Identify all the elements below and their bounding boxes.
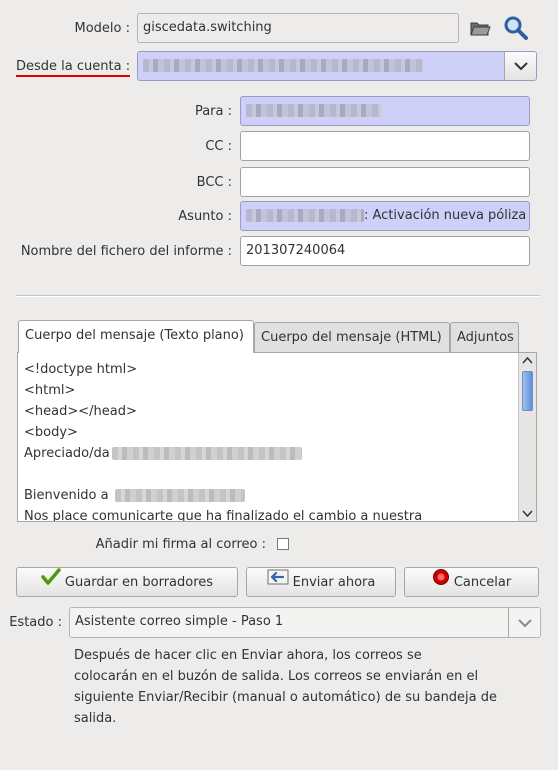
save-draft-label: Guardar en borradores [64,575,214,590]
asunto-field[interactable]: : Activación nueva póliza [240,201,530,231]
asunto-text: : Activación nueva póliza [364,208,527,223]
scroll-up-icon[interactable] [519,353,536,369]
para-label: Para : [194,104,232,119]
stop-icon [432,568,450,597]
send-now-label: Enviar ahora [292,575,376,590]
help-line: siguiente Enviar/Recibir (manual o autom… [74,690,498,705]
fichero-field[interactable]: 201307240064 [240,236,530,266]
body-line: <!doctype html> [24,362,138,377]
modelo-field: giscedata.switching [137,13,459,43]
cc-label: CC : [205,139,232,154]
help-line: colocarán en el buzón de salida. Los cor… [74,669,479,684]
body-line-welcome: Bienvenido a [18,485,516,506]
desde-label: Desde la cuenta : [16,58,131,77]
separator [16,295,540,297]
redacted-recipient [246,104,381,117]
tab-texto-plano[interactable]: Cuerpo del mensaje (Texto plano) [18,320,254,353]
estado-label: Estado : [9,615,62,630]
body-line: <body> [24,425,78,440]
chevron-down-icon[interactable] [508,608,540,637]
message-body-editor[interactable]: <!doctype html> <html> <head></head> <bo… [17,352,537,522]
redacted-company [114,489,245,502]
help-text: Después de hacer clic en Enviar ahora, l… [74,645,544,729]
bcc-label: BCC : [196,175,232,190]
body-line: Nos place comunicarte que ha finalizado … [24,509,423,522]
body-line [18,464,516,485]
para-field[interactable] [240,96,530,126]
help-line: Después de hacer clic en Enviar ahora, l… [74,648,422,663]
cancel-label: Cancelar [453,575,512,590]
estado-select[interactable]: Asistente correo simple - Paso 1 [69,607,541,638]
editor-scrollbar[interactable] [518,353,536,521]
folder-icon[interactable] [468,16,492,40]
cancel-button[interactable]: Cancelar [404,567,539,597]
redacted-account [143,59,423,72]
body-line: <head></head> [24,404,137,419]
estado-value: Asistente correo simple - Paso 1 [75,614,284,629]
send-arrow-icon [267,568,289,597]
chevron-down-icon[interactable] [504,52,536,80]
save-draft-button[interactable]: Guardar en borradores [16,567,238,597]
body-line-greeting: Apreciado/da [18,443,516,464]
redacted-name [111,447,302,460]
bcc-field[interactable] [240,167,530,197]
tab-adjuntos[interactable]: Adjuntos [450,322,519,352]
send-now-button[interactable]: Enviar ahora [246,567,396,597]
check-icon [41,568,61,597]
redacted-subject [246,209,364,222]
signature-label: Añadir mi firma al correo : [95,537,266,552]
body-line: <html> [24,383,76,398]
desde-select[interactable] [137,51,537,81]
cc-field[interactable] [240,131,530,161]
modelo-label: Modelo : [74,21,131,36]
magnifier-icon[interactable] [503,15,529,41]
asunto-label: Asunto : [178,209,232,224]
tab-html[interactable]: Cuerpo del mensaje (HTML) [254,322,450,352]
help-line: salida. [74,711,117,726]
signature-checkbox[interactable] [277,538,289,550]
scroll-thumb[interactable] [522,371,533,411]
fichero-label: Nombre del fichero del informe : [20,244,232,259]
scroll-down-icon[interactable] [519,505,536,521]
